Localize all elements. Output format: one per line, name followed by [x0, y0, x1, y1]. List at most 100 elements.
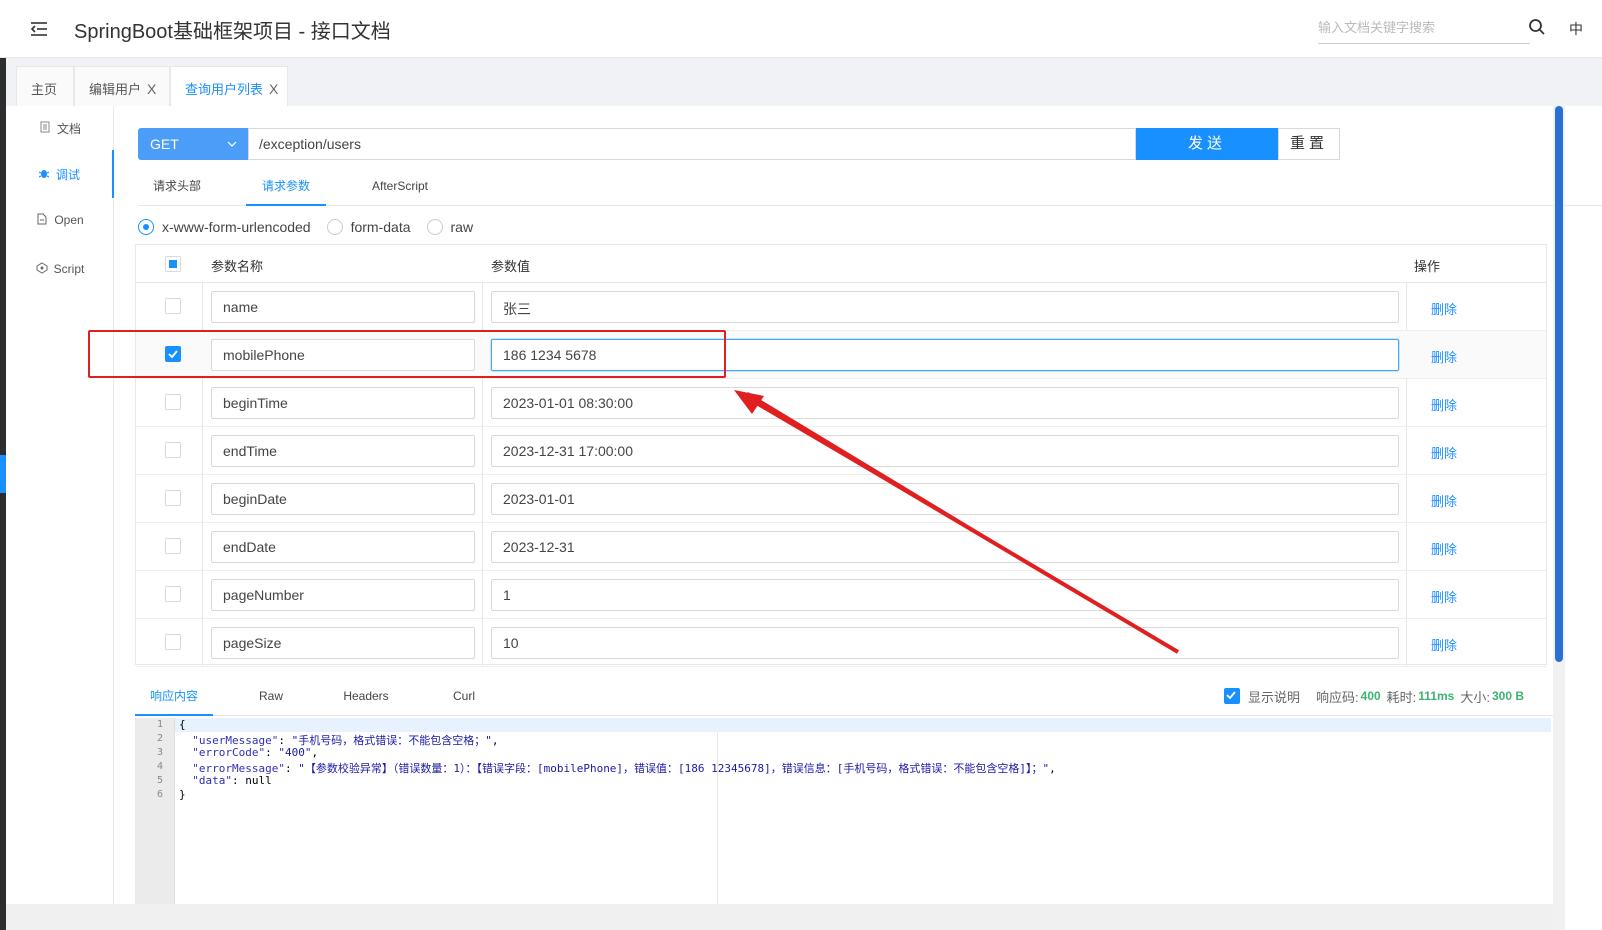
- horizontal-scrollbar[interactable]: [6, 904, 1554, 930]
- radio-label: x-www-form-urlencoded: [162, 219, 311, 235]
- code-line: }: [179, 788, 186, 801]
- line-number: 4: [156, 761, 163, 772]
- delete-link[interactable]: 删除: [1431, 587, 1457, 606]
- file-icon: [36, 213, 48, 228]
- table-row: beginDate 2023-01-01 删除: [136, 475, 1546, 523]
- row-checkbox[interactable]: [165, 538, 181, 554]
- header-param-value: 参数值: [491, 259, 531, 274]
- menu-fold-icon[interactable]: [28, 18, 50, 40]
- tab-response-content[interactable]: 响应内容: [135, 678, 213, 716]
- close-icon[interactable]: X: [269, 81, 278, 97]
- param-value-input[interactable]: 张三: [491, 291, 1399, 323]
- line-number: 1: [156, 719, 163, 730]
- param-value-input[interactable]: 1: [491, 579, 1399, 611]
- header-param-name: 参数名称: [211, 259, 264, 274]
- delete-link[interactable]: 删除: [1431, 395, 1457, 414]
- code-line: {: [175, 718, 1551, 732]
- radio-label: form-data: [350, 219, 411, 235]
- reset-button[interactable]: 重置: [1278, 128, 1340, 160]
- tab-edit-user[interactable]: 编辑用户 X: [74, 66, 170, 106]
- app-header: SpringBoot基础框架项目 - 接口文档 中: [0, 0, 1602, 58]
- doc-search-input[interactable]: [1318, 20, 1518, 35]
- sidebar-item-label: Script: [53, 262, 85, 276]
- row-checkbox[interactable]: [165, 394, 181, 410]
- param-name-input[interactable]: pageSize: [211, 627, 475, 659]
- content-type-group: x-www-form-urlencoded form-data raw: [138, 214, 489, 240]
- radio-form-data[interactable]: form-data: [326, 219, 411, 235]
- show-desc-checkbox[interactable]: [1224, 688, 1240, 704]
- tab-request-headers[interactable]: 请求头部: [138, 166, 216, 206]
- sidebar-item-script[interactable]: Script: [6, 247, 114, 291]
- row-checkbox[interactable]: [165, 298, 181, 314]
- line-number: 6: [156, 789, 163, 800]
- response-editor[interactable]: 1 2 3 4 5 6 { "userMessage": "手机号码，格式错误：…: [135, 718, 1555, 930]
- page-tabs: 主页 编辑用户 X 查询用户列表 X: [6, 58, 1602, 106]
- tab-response-raw[interactable]: Raw: [243, 678, 299, 716]
- line-number: 5: [156, 775, 163, 786]
- param-name-input[interactable]: pageNumber: [211, 579, 475, 611]
- row-checkbox[interactable]: [165, 586, 181, 602]
- time-label: 耗时:: [1386, 689, 1417, 705]
- line-number: 3: [156, 747, 163, 758]
- code-line: "errorMessage": "【参数校验异常】（错误数量：1）：【错误字段：…: [192, 762, 1056, 775]
- delete-link[interactable]: 删除: [1431, 443, 1457, 462]
- sidebar-item-doc[interactable]: 文档: [6, 106, 114, 150]
- search-icon[interactable]: [1527, 17, 1547, 37]
- radio-urlencoded[interactable]: x-www-form-urlencoded: [138, 219, 311, 235]
- tab-after-script[interactable]: AfterScript: [358, 166, 442, 206]
- delete-link[interactable]: 删除: [1431, 491, 1457, 510]
- tab-query-user-list[interactable]: 查询用户列表 X: [170, 66, 288, 106]
- param-value-input[interactable]: 2023-01-01 08:30:00: [491, 387, 1399, 419]
- param-value-input[interactable]: 10: [491, 627, 1399, 659]
- scrollbar-thumb[interactable]: [1555, 106, 1563, 662]
- table-header: 参数名称 参数值 操作: [136, 245, 1546, 283]
- code-line: "errorCode": "400",: [192, 746, 319, 759]
- show-desc-label: 显示说明: [1248, 689, 1301, 705]
- method-value: GET: [150, 136, 179, 152]
- tab-request-params[interactable]: 请求参数: [246, 166, 326, 206]
- sidebar: 文档 调试 Open Script: [6, 106, 114, 930]
- row-checkbox[interactable]: [165, 490, 181, 506]
- doc-search-field[interactable]: [1318, 14, 1530, 44]
- param-name-input[interactable]: endTime: [211, 435, 475, 467]
- radio-raw[interactable]: raw: [426, 219, 473, 235]
- param-name-input[interactable]: name: [211, 291, 475, 323]
- tab-response-headers[interactable]: Headers: [333, 678, 399, 716]
- param-name-input[interactable]: beginTime: [211, 387, 475, 419]
- print-margin: [717, 718, 718, 930]
- send-button[interactable]: 发送: [1136, 128, 1278, 160]
- delete-link[interactable]: 删除: [1431, 635, 1457, 654]
- table-row: name 张三 删除: [136, 283, 1546, 331]
- delete-link[interactable]: 删除: [1431, 299, 1457, 318]
- param-value-input[interactable]: 2023-01-01: [491, 483, 1399, 515]
- param-name-input[interactable]: endDate: [211, 531, 475, 563]
- radio-dot: [326, 219, 343, 235]
- chevron-down-icon: [226, 137, 238, 149]
- row-checkbox[interactable]: [165, 634, 181, 650]
- select-all-checkbox[interactable]: [165, 256, 181, 272]
- annotation-highlight-box: [88, 330, 726, 378]
- method-select[interactable]: GET: [138, 128, 248, 160]
- header-action: 操作: [1414, 259, 1441, 274]
- close-icon[interactable]: X: [147, 81, 156, 97]
- sidebar-item-label: Open: [54, 213, 84, 227]
- delete-link[interactable]: 删除: [1431, 347, 1457, 366]
- row-checkbox[interactable]: [165, 442, 181, 458]
- sidebar-item-debug[interactable]: 调试: [6, 150, 114, 198]
- param-value-input[interactable]: 2023-12-31: [491, 531, 1399, 563]
- line-gutter: 1 2 3 4 5 6: [135, 718, 175, 930]
- param-name-input[interactable]: beginDate: [211, 483, 475, 515]
- param-value-input[interactable]: 2023-12-31 17:00:00: [491, 435, 1399, 467]
- app-title: SpringBoot基础框架项目 - 接口文档: [74, 21, 391, 43]
- tab-home[interactable]: 主页: [16, 66, 74, 106]
- size-label: 大小:: [1460, 689, 1490, 705]
- delete-link[interactable]: 删除: [1431, 539, 1457, 558]
- language-switch[interactable]: 中: [1569, 19, 1583, 39]
- bug-icon: [38, 167, 50, 182]
- line-number: 2: [156, 733, 163, 744]
- url-input[interactable]: /exception/users: [248, 128, 1136, 160]
- sidebar-item-open[interactable]: Open: [6, 198, 114, 242]
- tab-response-curl[interactable]: Curl: [439, 678, 489, 716]
- param-table: 参数名称 参数值 操作 name 张三 删除 mobilePhone 186 1234 …: [135, 244, 1547, 667]
- code-icon: [36, 261, 48, 277]
